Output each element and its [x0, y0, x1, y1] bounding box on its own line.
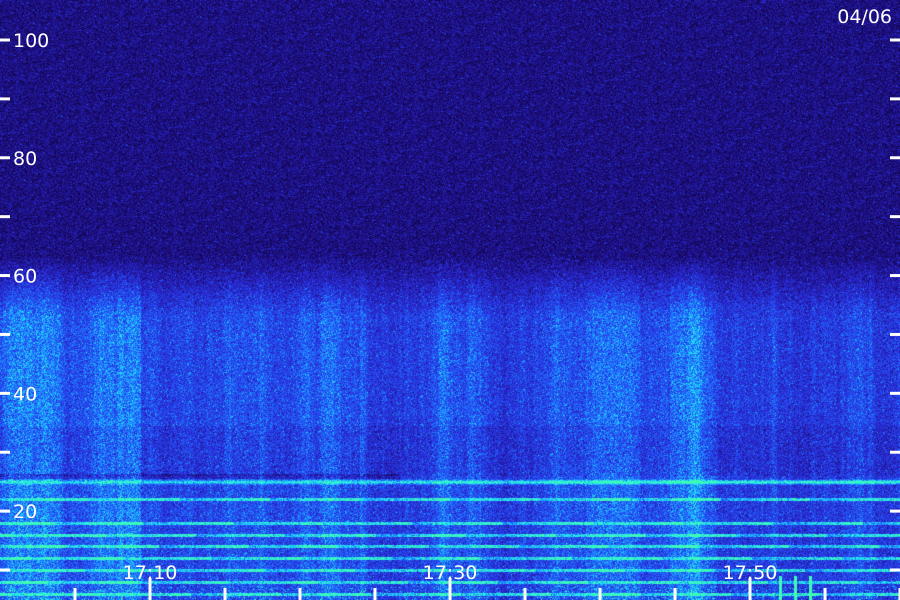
x-tick-label: 17:10 [123, 562, 178, 584]
y-axis-ticks: 100 80 60 40 20 [0, 30, 900, 572]
y-tick-label: 60 [13, 266, 37, 288]
y-tick-label: 80 [13, 148, 37, 170]
axes-overlay: 100 80 60 40 20 17:10 17:30 17:50 04/06 [0, 6, 900, 600]
x-tick-label: 17:50 [723, 562, 778, 584]
y-tick-label: 40 [13, 383, 37, 405]
y-tick-label: 100 [13, 30, 49, 52]
y-tick-label: 20 [13, 501, 37, 523]
x-tick-label: 17:30 [423, 562, 478, 584]
date-label: 04/06 [837, 6, 892, 28]
x-axis-ticks: 17:10 17:30 17:50 [73, 562, 900, 600]
